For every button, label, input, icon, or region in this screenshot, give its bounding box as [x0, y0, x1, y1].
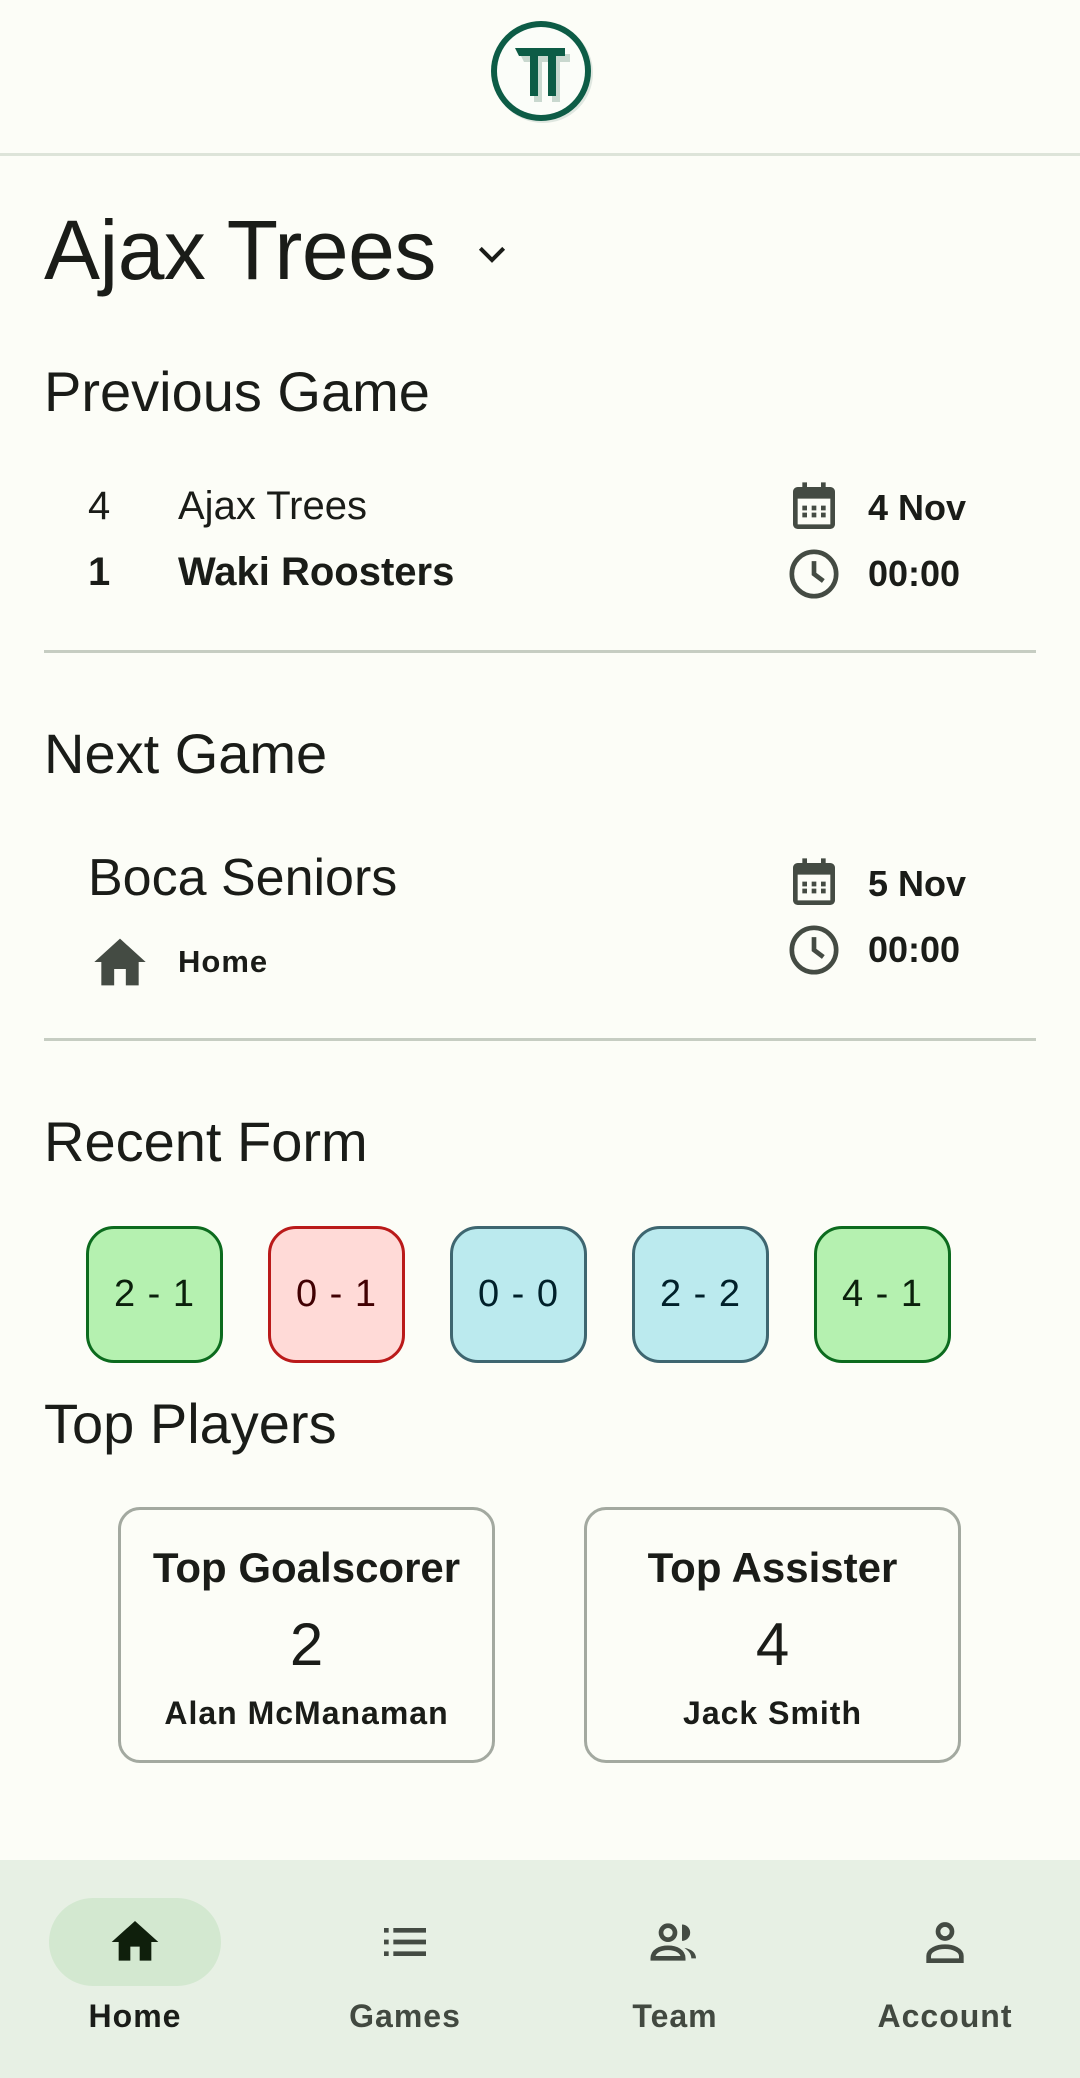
nav-item-account[interactable]: Account [810, 1860, 1080, 2078]
card-value: 4 [755, 1611, 790, 1678]
form-result[interactable]: 2 - 1 [86, 1226, 223, 1363]
form-result[interactable]: 0 - 1 [268, 1226, 405, 1363]
chevron-down-icon [478, 246, 505, 263]
card-value: 2 [289, 1611, 324, 1678]
next-game-date: 5 Nov [786, 856, 966, 912]
player-name: Jack Smith [683, 1695, 862, 1731]
player-name: Alan McManaman [164, 1695, 449, 1731]
card-label: Top Assister [647, 1544, 898, 1591]
home-icon [111, 1921, 159, 1961]
next-game-meta: 5 Nov 00:00 [786, 856, 966, 978]
team-logo-icon [491, 21, 593, 123]
nav-indicator [859, 1898, 1031, 1986]
nav-label: Account [877, 1998, 1013, 2034]
previous-game-away-row: 1 Waki Roosters [88, 550, 454, 595]
top-goalscorer-card[interactable]: Top Goalscorer 2 Alan McManaman [118, 1507, 495, 1763]
bottom-navigation: Home Games Team Account [0, 1860, 1080, 2078]
team-name: Ajax Trees [44, 203, 436, 297]
away-score: 1 [88, 550, 111, 594]
next-game-venue: Home [92, 936, 268, 988]
form-result[interactable]: 2 - 2 [632, 1226, 769, 1363]
nav-indicator [589, 1898, 761, 1986]
form-result[interactable]: 0 - 0 [450, 1226, 587, 1363]
nav-item-home[interactable]: Home [0, 1860, 270, 2078]
person-icon [926, 1922, 964, 1963]
nav-indicator [319, 1898, 491, 1986]
calendar-icon [793, 482, 835, 529]
calendar-icon [793, 858, 835, 905]
nav-label: Team [632, 1998, 718, 2034]
top-assister-card[interactable]: Top Assister 4 Jack Smith [584, 1507, 961, 1763]
divider [44, 650, 1036, 653]
next-game-opponent: Boca Seniors [88, 849, 398, 907]
recent-form-title: Recent Form [44, 1110, 368, 1173]
nav-item-games[interactable]: Games [270, 1860, 540, 2078]
nav-indicator [49, 1898, 221, 1986]
previous-game-date: 4 Nov [786, 480, 966, 536]
nav-label: Home [88, 1998, 182, 2034]
list-icon [384, 1928, 426, 1956]
team-selector[interactable]: Ajax Trees [44, 208, 512, 292]
nav-label: Games [349, 1998, 461, 2034]
clock-icon [789, 925, 839, 975]
previous-game-home-row: 4 Ajax Trees [88, 484, 367, 529]
divider [44, 1038, 1036, 1041]
top-players-title: Top Players [44, 1392, 337, 1455]
nav-item-team[interactable]: Team [540, 1860, 810, 2078]
recent-form-list: 2 - 1 0 - 1 0 - 0 2 - 2 4 - 1 [86, 1226, 951, 1363]
previous-game-meta: 4 Nov 00:00 [786, 480, 966, 602]
home-team: Ajax Trees [178, 484, 367, 528]
home-icon [94, 938, 146, 986]
clock-icon [789, 549, 839, 599]
card-label: Top Goalscorer [152, 1544, 461, 1591]
previous-game-title: Previous Game [44, 360, 430, 423]
group-icon [650, 1923, 696, 1961]
previous-game-time: 00:00 [786, 546, 966, 602]
next-game-time: 00:00 [786, 922, 966, 978]
home-score: 4 [88, 484, 111, 528]
away-team: Waki Roosters [178, 550, 455, 594]
app-header [0, 0, 1080, 156]
form-result[interactable]: 4 - 1 [814, 1226, 951, 1363]
next-game-title: Next Game [44, 722, 328, 785]
